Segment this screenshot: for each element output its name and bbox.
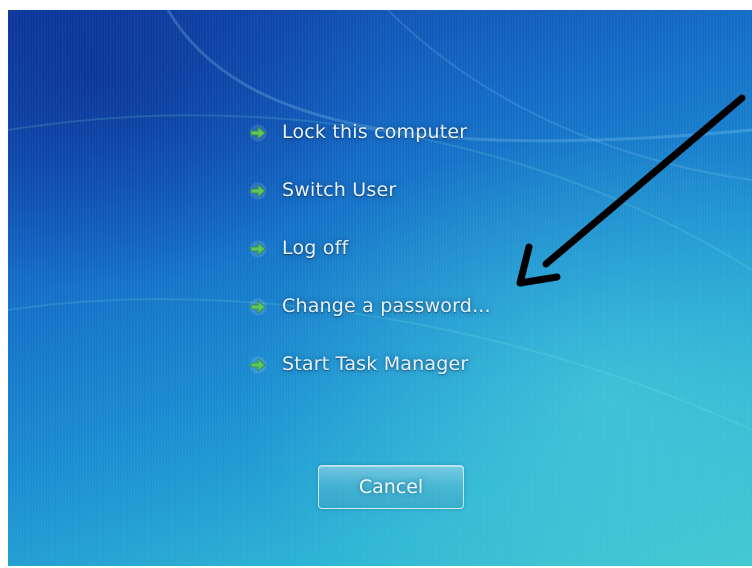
green-arrow-icon: [249, 182, 267, 200]
menu-item-log-off[interactable]: Log off: [248, 226, 568, 284]
menu-item-start-task-manager[interactable]: Start Task Manager: [248, 342, 568, 400]
menu-item-switch-user[interactable]: Switch User: [248, 168, 568, 226]
security-options-menu: Lock this computer Switch User Log off C…: [248, 110, 568, 400]
green-arrow-icon: [249, 298, 267, 316]
green-arrow-icon: [249, 124, 267, 142]
green-arrow-icon: [249, 356, 267, 374]
green-arrow-icon: [249, 240, 267, 258]
menu-item-lock-computer[interactable]: Lock this computer: [248, 110, 568, 168]
menu-item-label: Lock this computer: [282, 121, 468, 143]
menu-item-label: Change a password...: [282, 295, 491, 317]
menu-item-change-password[interactable]: Change a password...: [248, 284, 568, 342]
cancel-button[interactable]: Cancel: [318, 465, 464, 509]
menu-item-label: Log off: [282, 237, 349, 259]
menu-item-label: Switch User: [282, 179, 397, 201]
security-options-screen: Lock this computer Switch User Log off C…: [8, 10, 752, 566]
menu-item-label: Start Task Manager: [282, 353, 469, 375]
